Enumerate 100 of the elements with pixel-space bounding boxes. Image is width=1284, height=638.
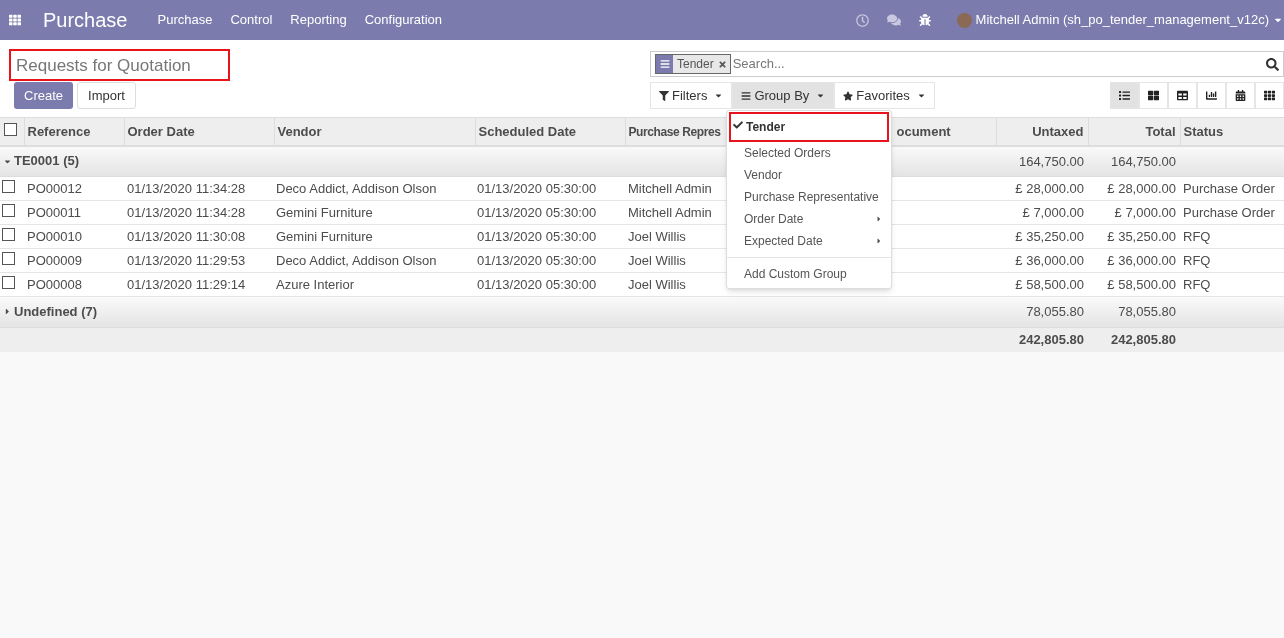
table-cell: RFQ <box>1183 252 1211 268</box>
table-cell: Joel Willis <box>628 252 686 268</box>
view-switch-button[interactable] <box>1110 82 1139 109</box>
debug-icon[interactable] <box>918 14 931 26</box>
table-cell: £ 58,500.00 <box>1107 276 1176 292</box>
page-title: Requests for Quotation <box>9 49 230 81</box>
checkbox[interactable] <box>2 275 15 289</box>
table-cell: 01/13/2020 11:34:28 <box>127 180 246 196</box>
dropdown-item[interactable]: Tender <box>729 112 889 142</box>
table-cell: 01/13/2020 11:34:28 <box>127 204 246 220</box>
search-option-button[interactable]: Group By <box>732 82 835 109</box>
table-cell: RFQ <box>1183 276 1211 292</box>
search-option-button[interactable]: Favorites <box>834 82 935 109</box>
group-row-header[interactable]: Undefined (7) <box>3 302 98 322</box>
calendar-icon <box>1235 90 1246 101</box>
menu-link[interactable]: Purchase <box>157 10 213 30</box>
search-field[interactable]: Tender Search... <box>650 51 1284 77</box>
dropdown-item[interactable]: Selected Orders <box>727 142 891 164</box>
search-icon[interactable] <box>1266 57 1279 71</box>
table-cell: Deco Addict, Addison Olson <box>276 180 437 196</box>
view-switch-button[interactable] <box>1197 82 1226 109</box>
dropdown-item[interactable]: Order Date <box>727 208 891 230</box>
footer-total: 242,805.80 <box>1110 332 1176 347</box>
caret-icon <box>916 91 926 100</box>
view-switch-button[interactable] <box>1139 82 1168 109</box>
dropdown-item[interactable]: Add Custom Group <box>727 263 891 285</box>
user-avatar <box>956 12 972 28</box>
table-cell: 01/13/2020 05:30:00 <box>477 204 597 220</box>
checkbox[interactable] <box>2 227 15 241</box>
dropdown-item[interactable]: Vendor <box>727 164 891 186</box>
search-option-button[interactable]: Filters <box>650 82 733 109</box>
column-header[interactable]: Reference <box>27 123 91 139</box>
column-header[interactable]: Scheduled Date <box>478 123 577 139</box>
dropdown-item[interactable]: Expected Date <box>727 230 891 252</box>
group-row-header[interactable]: TE0001 (5) <box>3 151 80 171</box>
view-switch-button[interactable] <box>1226 82 1255 109</box>
filter-icon <box>659 90 669 101</box>
menu-link[interactable]: Configuration <box>364 10 443 30</box>
search-input[interactable]: Search... <box>732 54 1266 74</box>
table-cell: 01/13/2020 05:30:00 <box>477 252 597 268</box>
column-header[interactable]: Untaxed <box>1032 123 1084 139</box>
table-cell: PO00012 <box>27 180 82 196</box>
user-menu[interactable]: Mitchell Admin (sh_po_tender_management_v12c) <box>975 10 1269 30</box>
table-cell: RFQ <box>1183 228 1211 244</box>
table-cell: 01/13/2020 05:30:00 <box>477 180 597 196</box>
table-cell: Deco Addict, Addison Olson <box>276 252 437 268</box>
facet-label: Tender <box>676 56 715 73</box>
table-cell: Purchase Order <box>1183 180 1275 196</box>
table-cell: Gemini Furniture <box>276 204 373 220</box>
menu-link[interactable]: Control <box>230 10 273 30</box>
table-cell: £ 58,500.00 <box>1015 276 1084 292</box>
checkbox[interactable] <box>4 122 17 136</box>
checkbox[interactable] <box>2 179 15 193</box>
column-header[interactable]: Status <box>1183 123 1224 139</box>
table-cell: £ 35,250.00 <box>1015 228 1084 244</box>
checkbox[interactable] <box>2 251 15 265</box>
footer-untaxed: 242,805.80 <box>1018 332 1084 347</box>
group-untaxed: 164,750.00 <box>1018 153 1084 169</box>
table-cell: £ 28,000.00 <box>1107 180 1176 196</box>
table-cell: Joel Willis <box>628 276 686 292</box>
table-cell: PO00008 <box>27 276 82 292</box>
table-cell: Mitchell Admin <box>628 180 712 196</box>
table-cell: £ 7,000.00 <box>1114 204 1176 220</box>
table-cell: Gemini Furniture <box>276 228 373 244</box>
table-cell: 01/13/2020 05:30:00 <box>477 276 597 292</box>
column-header[interactable]: Total <box>1145 123 1176 139</box>
view-switch-button[interactable] <box>1255 82 1284 109</box>
table-cell: 01/13/2020 11:29:53 <box>127 252 246 268</box>
checkbox[interactable] <box>2 203 15 217</box>
bar-chart-icon <box>1206 90 1217 101</box>
apps-menu-icon[interactable] <box>9 14 21 26</box>
column-header[interactable]: ocument <box>896 123 951 139</box>
grid-icon <box>1264 90 1275 101</box>
table-cell: 01/13/2020 11:30:08 <box>127 228 246 244</box>
caret-icon <box>3 307 12 317</box>
dropdown-item[interactable]: Purchase Representative <box>727 186 891 208</box>
table-cell: £ 7,000.00 <box>1022 204 1084 220</box>
remove-icon[interactable] <box>717 59 727 69</box>
import-button[interactable]: Import <box>77 82 136 109</box>
bars-icon <box>741 90 752 101</box>
group-untaxed: 78,055.80 <box>1026 304 1084 320</box>
check-icon <box>733 120 743 130</box>
app-title: Purchase <box>43 8 128 33</box>
column-header[interactable]: Purchase Repres <box>628 124 721 139</box>
table-cell: Azure Interior <box>276 276 355 292</box>
menu-link[interactable]: Reporting <box>290 10 347 30</box>
group-total: 78,055.80 <box>1118 304 1176 320</box>
list-icon <box>1119 90 1130 101</box>
submenu-caret-icon <box>875 215 883 223</box>
column-header[interactable]: Order Date <box>127 123 195 139</box>
column-header[interactable]: Vendor <box>277 123 322 139</box>
table-cell: PO00011 <box>27 204 81 220</box>
table-cell: 01/13/2020 11:29:14 <box>127 276 246 292</box>
table-cell: Purchase Order <box>1183 204 1275 220</box>
view-switch-button[interactable] <box>1168 82 1197 109</box>
submenu-caret-icon <box>875 237 883 245</box>
caret-icon <box>816 91 826 100</box>
caret-icon <box>714 91 724 100</box>
create-button[interactable]: Create <box>14 82 74 109</box>
table-cell: £ 36,000.00 <box>1107 252 1176 268</box>
